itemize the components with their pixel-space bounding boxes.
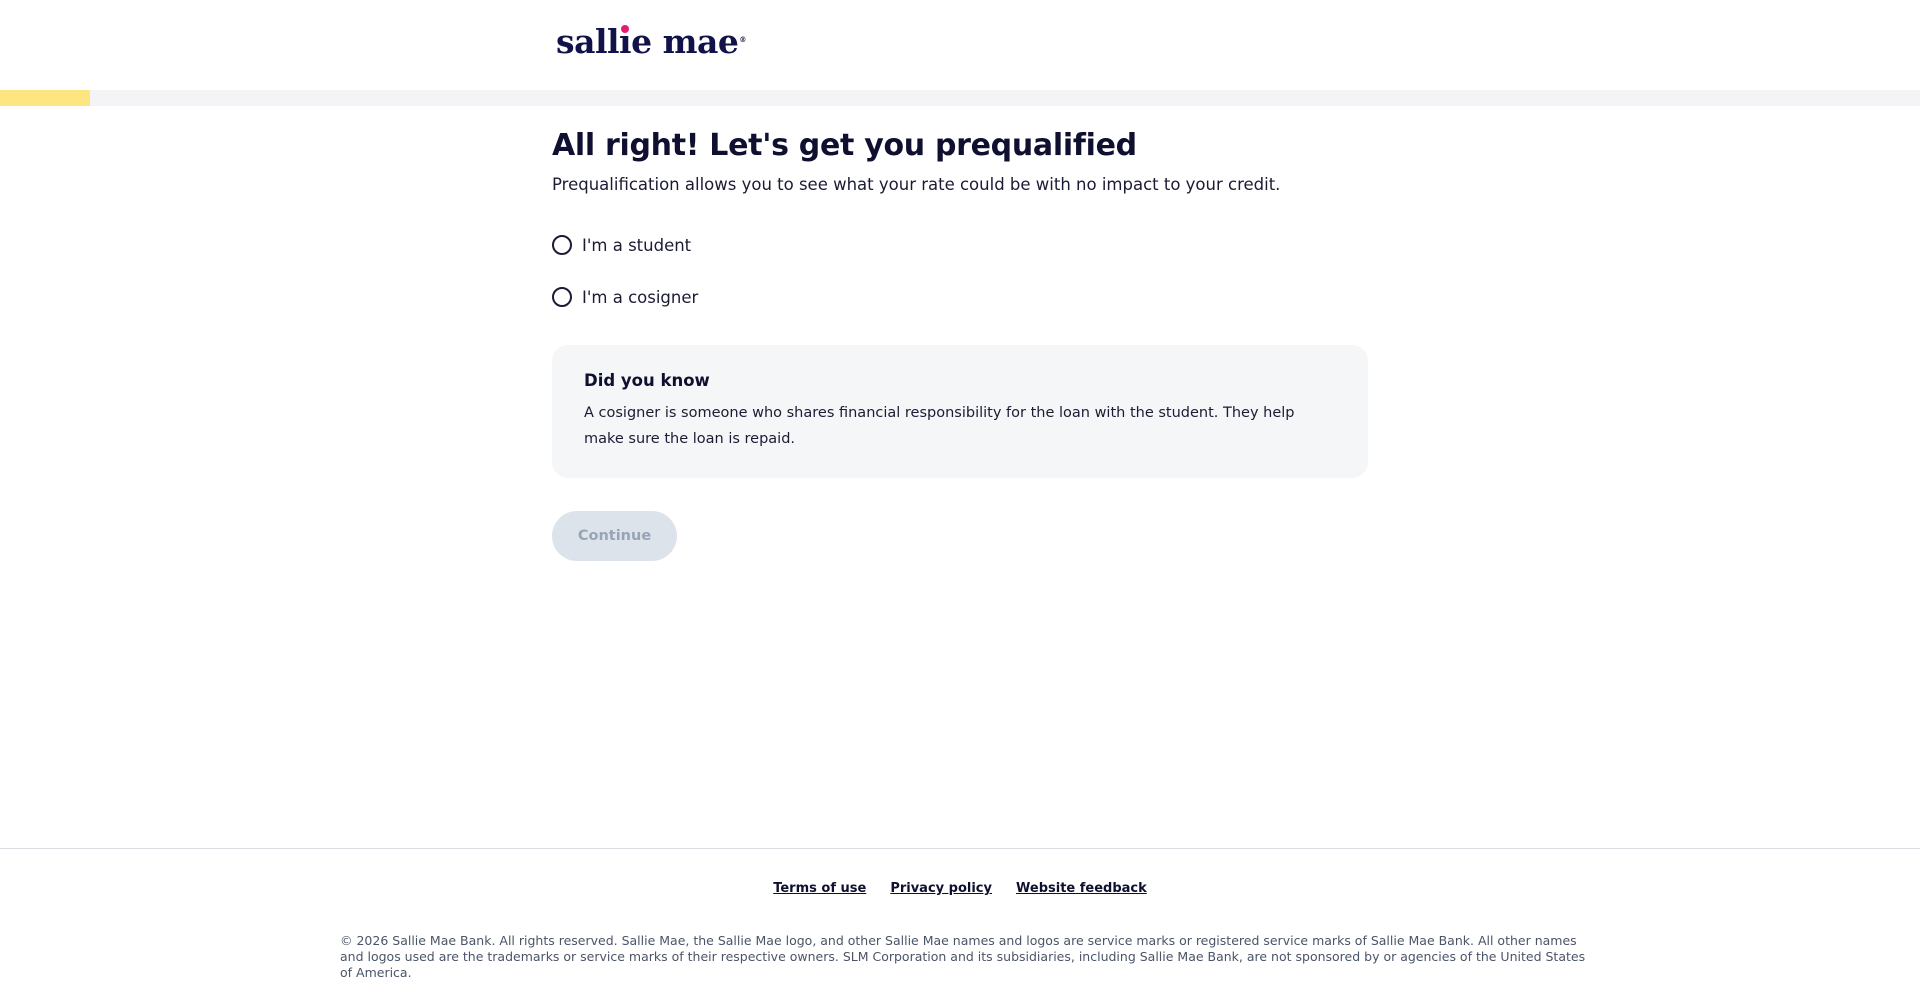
page-subtitle: Prequalification allows you to see what … [552,175,1281,194]
footer-link-privacy[interactable]: Privacy policy [890,881,992,896]
radio-option-student[interactable]: I'm a student [552,232,1372,258]
radio-label-cosigner[interactable]: I'm a cosigner [582,288,698,307]
logo-registered-mark: ® [739,35,746,44]
radio-button-student[interactable] [552,235,572,255]
radio-option-cosigner[interactable]: I'm a cosigner [552,284,1372,310]
progress-bar-fill [0,90,91,106]
info-card-title: Did you know [584,371,710,390]
main-content: All right! Let's get you prequalified Pr… [552,128,1372,561]
continue-button[interactable]: Continue [552,511,677,561]
radio-label-student[interactable]: I'm a student [582,236,691,255]
did-you-know-card: Did you know A cosigner is someone who s… [552,345,1368,478]
logo-i-letter: ı [619,22,632,61]
site-footer: Terms of use Privacy policy Website feed… [0,848,1920,994]
logo-text-start: sall [556,22,620,61]
sallie-mae-logo[interactable]: sall ı e mae ® [556,22,746,61]
site-header: sall ı e mae ® [0,0,1920,90]
logo-pink-dot [621,25,630,33]
footer-links: Terms of use Privacy policy Website feed… [0,881,1920,896]
footer-legal-text: © 2026 Sallie Mae Bank. All rights reser… [340,932,1586,980]
role-radio-group: I'm a student I'm a cosigner [552,232,1372,310]
progress-bar [0,90,1920,106]
radio-button-cosigner[interactable] [552,287,572,307]
page-title: All right! Let's get you prequalified [552,128,1137,163]
footer-link-feedback[interactable]: Website feedback [1016,881,1147,896]
logo-text-end: e mae [631,22,739,61]
footer-link-terms[interactable]: Terms of use [773,881,866,896]
info-card-text: A cosigner is someone who shares financi… [584,405,1295,447]
